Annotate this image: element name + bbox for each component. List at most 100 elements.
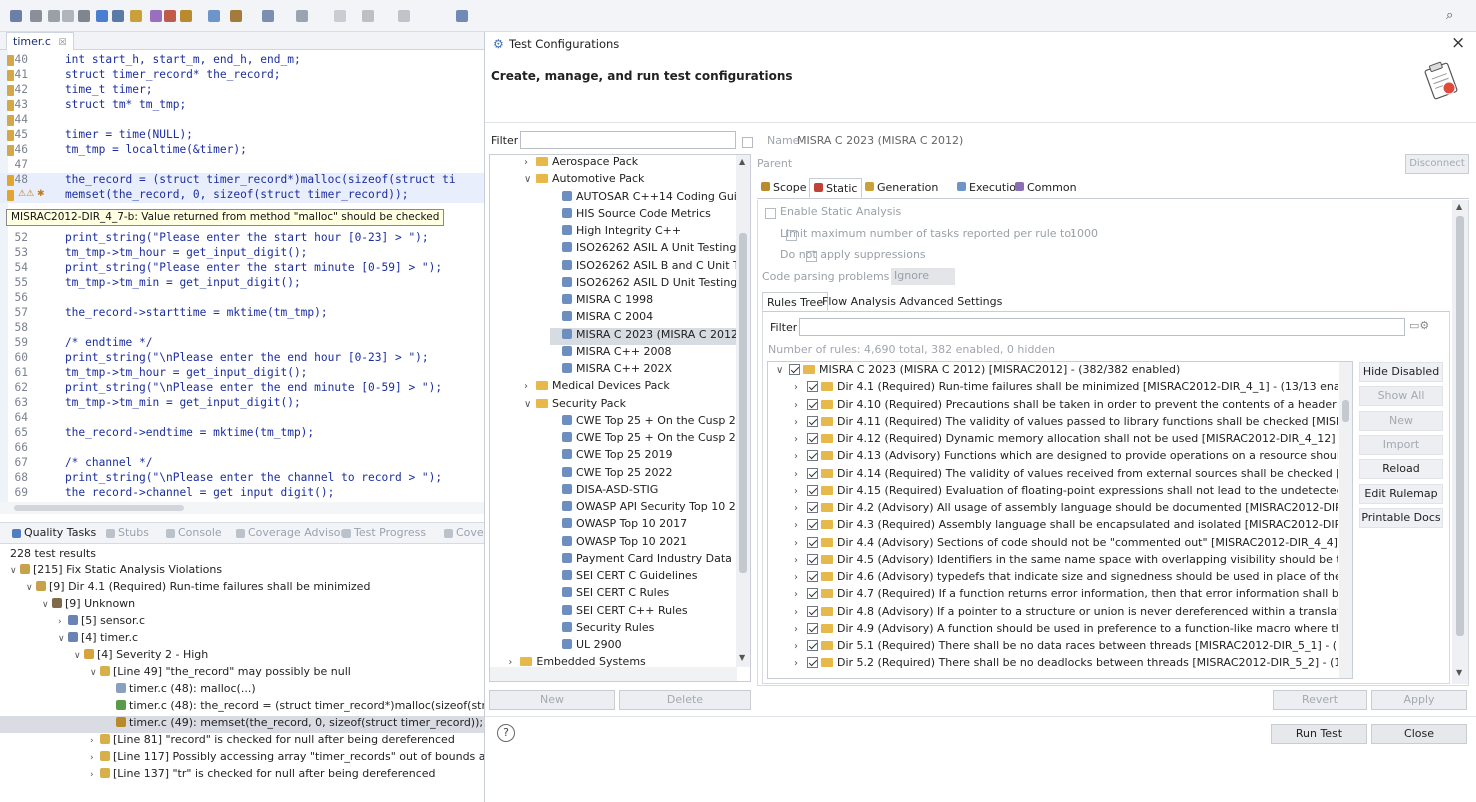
- config-tree-item[interactable]: MISRA C 2004: [550, 310, 738, 327]
- warning-icon[interactable]: ⚠⚠ ✱: [18, 189, 45, 199]
- rule-enabled-checkbox[interactable]: [807, 502, 818, 513]
- config-tree-item[interactable]: MISRA C 2023 (MISRA C 2012): [550, 327, 738, 345]
- rule-enabled-checkbox[interactable]: [807, 415, 818, 427]
- rules-tree[interactable]: ∨ MISRA C 2023 (MISRA C 2012) [MISRAC2012…: [767, 361, 1353, 679]
- tree-toggle-icon[interactable]: ›: [794, 400, 804, 411]
- tree-toggle-icon[interactable]: ›: [794, 486, 804, 497]
- tree-toggle-icon[interactable]: ›: [794, 469, 804, 480]
- config-tree-item[interactable]: UL 2900: [550, 638, 738, 655]
- task-tree-item[interactable]: timer.c (48): malloc(...): [106, 682, 484, 699]
- task-tree-item[interactable]: ∨ [4] timer.c: [58, 631, 484, 648]
- dialog-close-icon[interactable]: ×: [1451, 33, 1465, 53]
- run-test-button[interactable]: Run Test: [1271, 724, 1367, 744]
- limit-value[interactable]: 1000: [1070, 227, 1098, 240]
- toolbar-button-icon[interactable]: [130, 10, 142, 22]
- editor-hscrollbar[interactable]: [0, 502, 484, 514]
- rule-enabled-checkbox[interactable]: [789, 364, 800, 375]
- filter-options-icon[interactable]: ▭⚙: [1409, 319, 1429, 332]
- revert-button[interactable]: Revert: [1273, 690, 1367, 710]
- tree-toggle-icon[interactable]: ›: [524, 157, 536, 168]
- config-tree-item[interactable]: › Aerospace Pack: [524, 155, 738, 172]
- config-tree-item[interactable]: OWASP Top 10 2021: [550, 535, 738, 552]
- rule-tree-item[interactable]: › Dir 4.7 (Required) If a function return…: [768, 587, 1338, 604]
- show-all-button[interactable]: Show All: [1359, 386, 1443, 407]
- rule-enabled-checkbox[interactable]: [807, 553, 818, 565]
- rule-enabled-checkbox[interactable]: [807, 640, 818, 651]
- code-editor[interactable]: 40 int start_h, start_m, end_h, end_m; 41…: [0, 50, 484, 502]
- rule-tree-item[interactable]: ∨ MISRA C 2023 (MISRA C 2012) [MISRAC2012…: [768, 363, 1338, 380]
- toolbar-button-icon[interactable]: [398, 10, 410, 22]
- close-icon[interactable]: ☒: [58, 38, 66, 48]
- import-button[interactable]: Import: [1359, 434, 1443, 455]
- config-tree-item[interactable]: High Integrity C++: [550, 224, 738, 241]
- rule-tree-item[interactable]: › Dir 5.2 (Required) There shall be no de…: [768, 656, 1338, 673]
- delete-config-button[interactable]: Delete: [619, 690, 751, 710]
- tree-toggle-icon[interactable]: ›: [90, 770, 100, 780]
- toolbar-button-icon[interactable]: [62, 10, 74, 22]
- help-icon[interactable]: ?: [497, 724, 515, 742]
- search-icon[interactable]: ⌕: [1446, 8, 1453, 23]
- config-tree-item[interactable]: AUTOSAR C++14 Coding Guidelines: [550, 190, 738, 207]
- task-tree-item[interactable]: › [Line 117] Possibly accessing array "ti…: [90, 750, 484, 767]
- tab-static[interactable]: Static: [809, 178, 863, 198]
- config-tree-item[interactable]: SEI CERT C++ Rules: [550, 604, 738, 621]
- task-tree-item[interactable]: ∨ [9] Unknown: [42, 597, 484, 614]
- rule-tree-item[interactable]: › Dir 4.4 (Advisory) Sections of code sho…: [768, 536, 1338, 553]
- rule-enabled-checkbox[interactable]: [807, 467, 818, 479]
- rule-tree-item[interactable]: › Dir 4.6 (Advisory) typedefs that indica…: [768, 570, 1338, 587]
- bottom-tab-console[interactable]: Console: [178, 526, 222, 539]
- tree-toggle-icon[interactable]: ›: [794, 520, 804, 531]
- tree-toggle-icon[interactable]: ∨: [10, 566, 20, 576]
- close-button[interactable]: Close: [1371, 724, 1467, 744]
- bottom-tab-test-progress[interactable]: Test Progress: [354, 526, 426, 539]
- toolbar-button-icon[interactable]: [180, 10, 192, 22]
- rule-enabled-checkbox[interactable]: [807, 381, 818, 393]
- config-tree-item[interactable]: › Medical Devices Pack: [524, 379, 738, 396]
- config-filter-input[interactable]: [520, 131, 736, 149]
- toolbar-button-icon[interactable]: [456, 10, 468, 22]
- config-tree-item[interactable]: Security Rules: [550, 621, 738, 638]
- toolbar-button-icon[interactable]: [164, 10, 176, 22]
- config-tree-item[interactable]: CWE Top 25 2019: [550, 448, 738, 465]
- tree-toggle-icon[interactable]: ∨: [776, 365, 786, 376]
- apply-button[interactable]: Apply: [1371, 690, 1467, 710]
- config-tree-item[interactable]: ∨ Automotive Pack: [524, 172, 738, 189]
- task-tree-item[interactable]: ∨ [9] Dir 4.1 (Required) Run-time failure…: [26, 580, 484, 597]
- rule-tree-item[interactable]: › Dir 4.15 (Required) Evaluation of float…: [768, 484, 1338, 501]
- rule-enabled-checkbox[interactable]: [807, 657, 818, 669]
- config-tree-item[interactable]: MISRA C++ 202X: [550, 362, 738, 379]
- tab-common[interactable]: Common: [1011, 178, 1081, 198]
- tree-toggle-icon[interactable]: ∨: [524, 399, 536, 410]
- rule-enabled-checkbox[interactable]: [807, 433, 818, 444]
- rule-tree-item[interactable]: › Dir 4.3 (Required) Assembly language sh…: [768, 518, 1338, 535]
- config-tree-item[interactable]: CWE Top 25 + On the Cusp 2022: [550, 431, 738, 448]
- rule-tree-item[interactable]: › Dir 4.2 (Advisory) All usage of assembl…: [768, 501, 1338, 518]
- config-tree-item[interactable]: CWE Top 25 2022: [550, 466, 738, 483]
- editor-tab-timer-c[interactable]: timer.c ☒: [6, 32, 74, 50]
- tree-toggle-icon[interactable]: ›: [794, 589, 804, 600]
- rule-enabled-checkbox[interactable]: [807, 450, 818, 462]
- config-tree-item[interactable]: MISRA C++ 2008: [550, 345, 738, 362]
- toolbar-button-icon[interactable]: [150, 10, 162, 22]
- config-tree-item[interactable]: HIS Source Code Metrics: [550, 207, 738, 224]
- toolbar-button-icon[interactable]: [78, 10, 90, 22]
- rule-tree-item[interactable]: › Dir 4.9 (Advisory) A function should be…: [768, 622, 1338, 639]
- config-tree-item[interactable]: CWE Top 25 + On the Cusp 2019: [550, 414, 738, 431]
- toolbar-button-icon[interactable]: [96, 10, 108, 22]
- toolbar-button-icon[interactable]: [334, 10, 346, 22]
- config-tree-vscrollbar[interactable]: ▲ ▼: [736, 155, 750, 667]
- toolbar-button-icon[interactable]: [362, 10, 374, 22]
- tree-toggle-icon[interactable]: ›: [794, 624, 804, 635]
- tree-toggle-icon[interactable]: ›: [794, 607, 804, 618]
- new-config-button[interactable]: New: [489, 690, 615, 710]
- enable-static-checkbox[interactable]: [765, 208, 776, 219]
- rule-enabled-checkbox[interactable]: [807, 398, 818, 410]
- rule-tree-item[interactable]: › Dir 4.14 (Required) The validity of val…: [768, 467, 1338, 484]
- config-tree-item[interactable]: ISO26262 ASIL D Unit Testing: [550, 276, 738, 293]
- rule-tree-item[interactable]: › Dir 4.11 (Required) The validity of val…: [768, 415, 1338, 432]
- config-tree-item[interactable]: MISRA C 1998: [550, 293, 738, 310]
- task-tree-item[interactable]: › [Line 137] "tr" is checked for null aft…: [90, 767, 484, 784]
- config-tree-item[interactable]: ISO26262 ASIL B and C Unit Testing: [550, 259, 738, 276]
- toolbar-button-icon[interactable]: [112, 10, 124, 22]
- config-tree-item[interactable]: SEI CERT C Guidelines: [550, 569, 738, 586]
